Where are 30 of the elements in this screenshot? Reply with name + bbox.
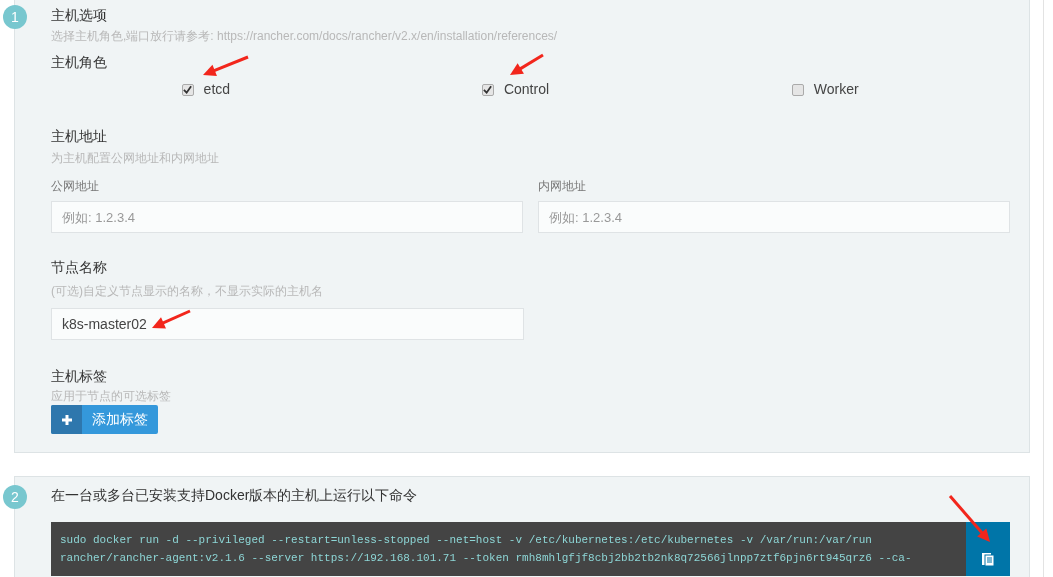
checkbox[interactable] <box>481 83 494 96</box>
node-name-input[interactable]: k8s-master02 <box>51 308 524 340</box>
role-label: Worker <box>813 80 859 99</box>
section-title: 在一台或多台已安装支持Docker版本的主机上运行以下命令 <box>51 486 419 505</box>
plus-icon <box>51 405 82 434</box>
field-label: 公网地址 <box>51 178 100 195</box>
checkbox[interactable] <box>791 83 804 96</box>
command-line: sudo docker run -d --privileged --restart=unless-stopped --net=host -v /etc/kubernetes:/etc/kubernetes -v /var/run:/var/run <box>60 533 872 548</box>
annotation-arrow <box>510 53 544 75</box>
section-title: 主机地址 <box>51 127 107 146</box>
address-input[interactable]: 例如: 1.2.3.4 <box>51 201 523 233</box>
step-number: 2 <box>3 485 27 509</box>
checkmark-icon <box>183 85 193 94</box>
field-label: 内网地址 <box>538 178 587 195</box>
role-label: etcd <box>203 80 231 99</box>
clipboard-icon <box>981 551 995 567</box>
annotation-arrow <box>152 309 191 329</box>
annotation-arrow <box>203 55 249 76</box>
checkmark-icon <box>483 85 493 94</box>
role-label: Control <box>503 80 550 99</box>
command-line: rancher/rancher-agent:v2.1.6 --server https://192.168.101.71 --token rmh8mhlgfjf8cbj2bb2tb2nk8q72566jlnpp7ztf6pjn6rt945qrz6 --ca- <box>60 551 912 566</box>
section-title: 节点名称 <box>51 258 107 277</box>
checkbox[interactable] <box>181 83 194 96</box>
section-title: 主机标签 <box>51 367 108 386</box>
field-label: 主机角色 <box>51 53 107 72</box>
step-number: 1 <box>3 5 27 29</box>
copy-button[interactable] <box>966 522 1010 576</box>
address-input[interactable]: 例如: 1.2.3.4 <box>538 201 1010 233</box>
section-title: 主机选项 <box>51 6 108 25</box>
annotation-arrow <box>948 495 990 542</box>
